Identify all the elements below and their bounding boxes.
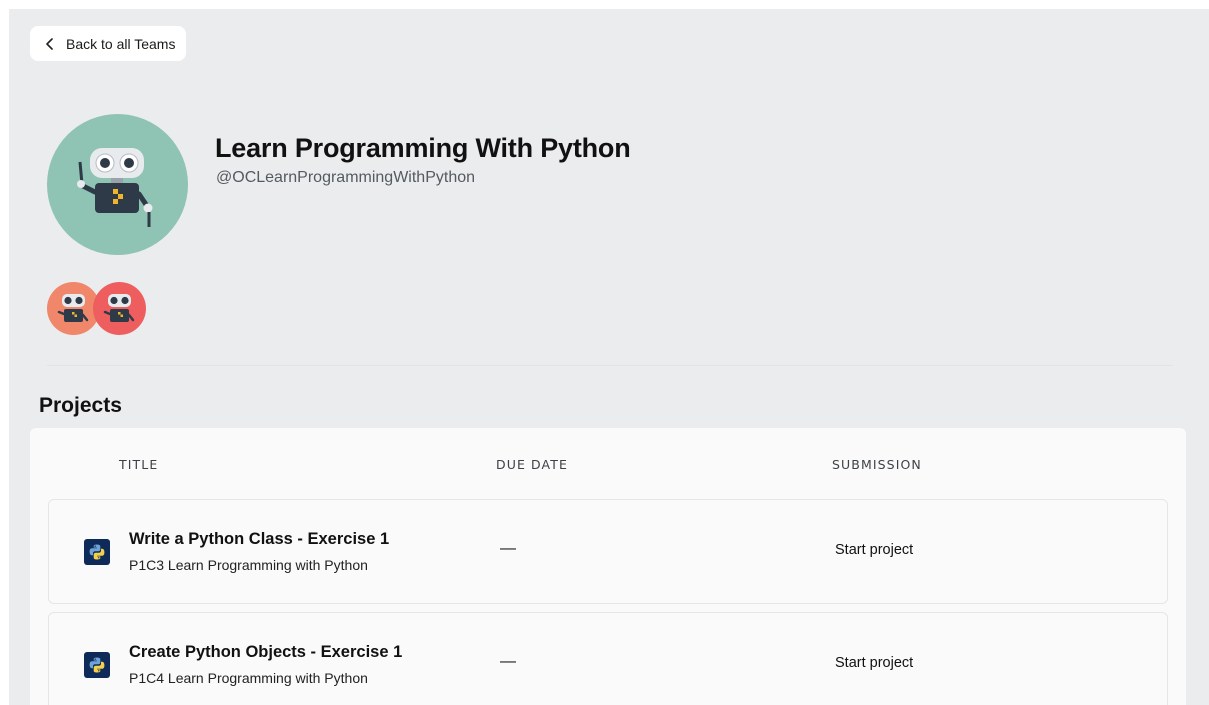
project-course: P1C3 Learn Programming with Python: [129, 557, 368, 573]
team-avatar: [47, 114, 188, 255]
robot-icon: [103, 294, 135, 322]
project-title[interactable]: Create Python Objects - Exercise 1: [129, 643, 402, 662]
column-header-submission: SUBMISSION: [832, 457, 922, 472]
robot-icon: [77, 148, 153, 227]
team-handle: @OCLearnProgrammingWithPython: [216, 169, 476, 186]
projects-heading: Projects: [39, 394, 122, 417]
project-row[interactable]: Write a Python Class - Exercise 1 P1C3 L…: [48, 499, 1168, 604]
python-icon: [84, 539, 110, 565]
team-title: Learn Programming With Python: [215, 133, 631, 163]
column-header-title: TITLE: [119, 457, 159, 472]
section-divider: [47, 365, 1173, 366]
projects-table: TITLE DUE DATE SUBMISSION Write a Python…: [30, 428, 1186, 705]
team-page: Back to all Teams Learn Programming With…: [9, 9, 1209, 705]
member-avatars: [47, 282, 157, 336]
project-course: P1C4 Learn Programming with Python: [129, 670, 368, 686]
chevron-left-icon: [44, 37, 56, 50]
project-row[interactable]: Create Python Objects - Exercise 1 P1C4 …: [48, 612, 1168, 705]
project-due-date: —: [500, 540, 516, 557]
back-to-teams-button[interactable]: Back to all Teams: [30, 26, 187, 61]
project-due-date: —: [500, 653, 516, 670]
project-title[interactable]: Write a Python Class - Exercise 1: [129, 530, 389, 549]
member-avatar[interactable]: [93, 282, 146, 335]
back-button-label: Back to all Teams: [66, 35, 176, 52]
column-header-due-date: DUE DATE: [496, 457, 568, 472]
python-icon: [84, 652, 110, 678]
start-project-link[interactable]: Start project: [835, 542, 913, 558]
start-project-link[interactable]: Start project: [835, 655, 913, 671]
